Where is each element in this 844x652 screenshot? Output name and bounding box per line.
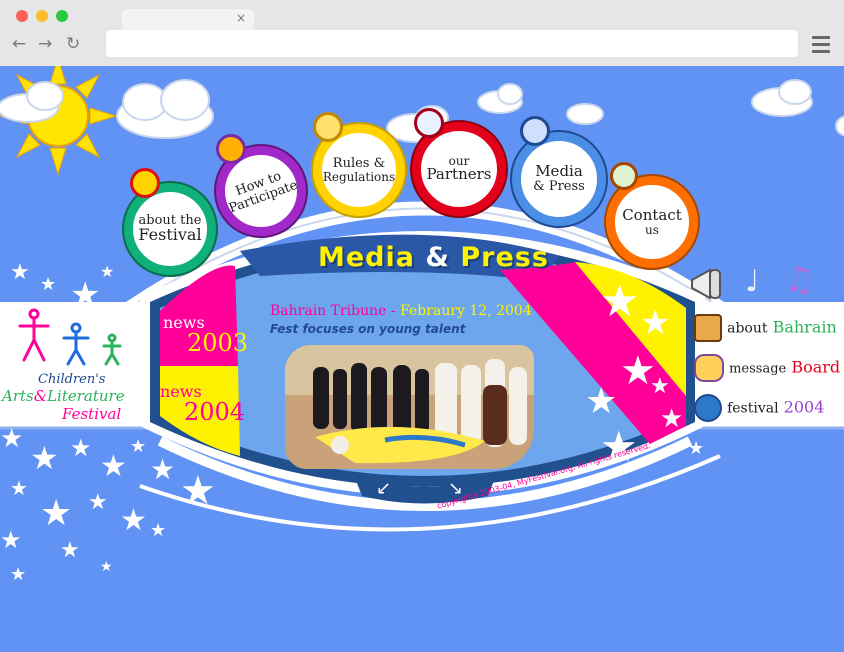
festival-2004-link[interactable]: festival 2004 — [694, 394, 824, 422]
minimize-window-dot[interactable] — [36, 10, 48, 22]
svg-text:♩: ♩ — [745, 264, 759, 299]
about-bahrain-link[interactable]: about Bahrain — [694, 314, 837, 342]
section-title: Media & Press — [318, 242, 549, 273]
logo-line1: Children's — [38, 372, 106, 387]
festival-2004-a: festival — [727, 400, 779, 417]
nav-partners-line2: Partners — [426, 165, 492, 184]
maximize-window-dot[interactable] — [56, 10, 68, 22]
message-board-link[interactable]: message Board — [694, 354, 840, 382]
news-2004-link[interactable]: news 2004 — [160, 384, 246, 426]
browser-tab[interactable]: × — [122, 9, 254, 31]
tab-close-icon[interactable]: × — [236, 11, 246, 25]
kids-icon — [694, 354, 724, 382]
duck-icon — [216, 134, 246, 164]
nav-about-line2: Festival — [138, 225, 202, 245]
children-figures-logo-icon — [18, 308, 122, 366]
message-board-b: Board — [791, 357, 841, 377]
forward-arrow-icon[interactable]: → — [38, 34, 52, 54]
nav-media-line1: Media — [535, 162, 583, 181]
logo-arts: Arts — [2, 387, 34, 405]
hamburger-menu-icon[interactable] — [812, 36, 830, 57]
browser-chrome: × ← → ↻ — [0, 0, 844, 67]
nav-contact-line1: Contact — [622, 205, 682, 224]
nav-rules-line1: Rules & — [332, 155, 386, 171]
festival-logo[interactable]: Children's Arts&Literature Festival — [0, 306, 152, 424]
press-photo[interactable] — [285, 345, 534, 469]
back-arrow-icon[interactable]: ← — [12, 34, 26, 54]
about-bahrain-b: Bahrain — [772, 317, 837, 337]
reload-icon[interactable]: ↻ — [66, 34, 80, 54]
title-media: Media — [318, 242, 415, 273]
title-ampersand: & — [425, 242, 450, 273]
nav-media-line2: & Press — [533, 179, 585, 195]
globe-icon — [694, 394, 722, 422]
logo-literature: Literature — [47, 387, 125, 405]
title-press: Press — [460, 242, 549, 273]
address-bar[interactable] — [106, 30, 798, 57]
article-headline[interactable]: Fest focuses on young talent — [270, 322, 465, 336]
nav-contact-line2: us — [645, 222, 659, 237]
mail-icon — [610, 162, 638, 190]
close-window-dot[interactable] — [16, 10, 28, 22]
nav-contact-us-button[interactable]: Contact us — [606, 176, 698, 268]
logo-line2: Arts&Literature — [2, 387, 125, 405]
festival-page: ♩ ♫ ★ ★ ★ ★ ★ ★ ★ ★ ★ ★ ★ ★ ★ ★ ★ ★ ★ ★ … — [0, 66, 844, 652]
about-bahrain-a: about — [727, 320, 768, 337]
message-board-a: message — [729, 361, 787, 377]
news-2003-year: 2003 — [187, 329, 249, 357]
festival-2004-b: 2004 — [783, 397, 825, 417]
article-dateline: Bahrain Tribune - Febraury 12, 2004 — [270, 303, 532, 319]
smiley-face-icon — [130, 168, 160, 198]
logo-ampersand: & — [33, 387, 48, 405]
nav-rules-line2: Regulations — [322, 169, 396, 184]
news-2003-link[interactable]: news 2003 — [163, 315, 249, 357]
article-date: Febraury 12, 2004 — [400, 303, 532, 319]
article-source: Bahrain Tribune — [270, 303, 387, 319]
news-2004-year: 2004 — [184, 398, 246, 426]
megaphone-icon — [690, 266, 724, 310]
press-photo-image — [285, 345, 534, 469]
lock-icon — [313, 112, 343, 142]
globe-icon — [520, 116, 550, 146]
window-icon — [694, 314, 722, 342]
computer-icon — [414, 108, 444, 138]
previous-arrow-icon[interactable]: ↙ — [376, 478, 391, 499]
svg-text:♫: ♫ — [784, 260, 814, 300]
nav-about-festival-button[interactable]: about the Festival — [124, 183, 216, 275]
article-separator: - — [386, 303, 401, 319]
nav-media-press-button[interactable]: Media & Press — [512, 132, 606, 226]
logo-line3: Festival — [62, 405, 122, 423]
